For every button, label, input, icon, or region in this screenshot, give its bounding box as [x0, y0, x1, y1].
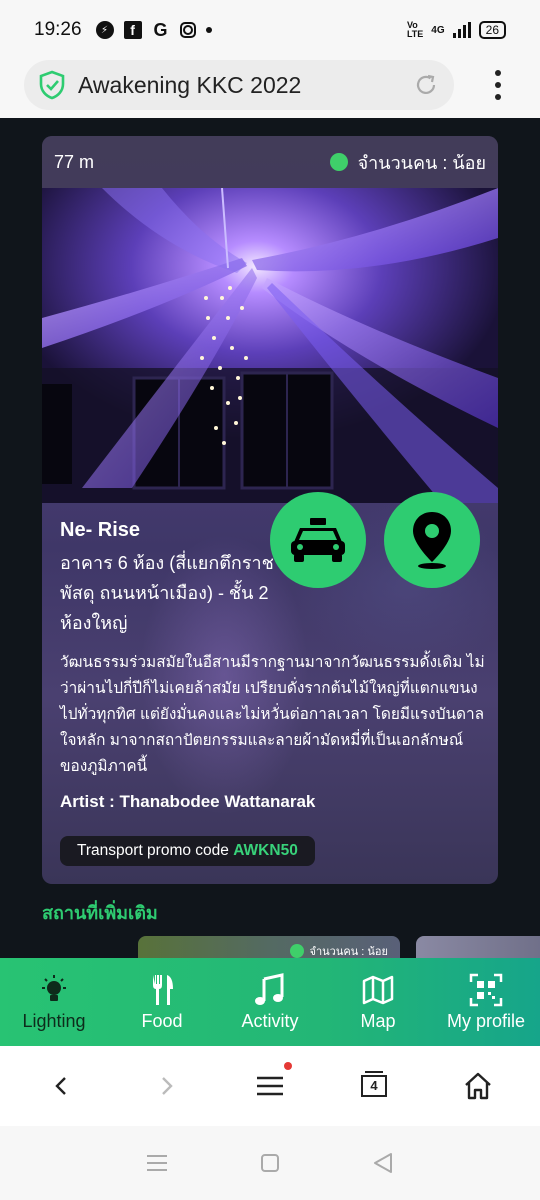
- menu-notification-dot: [284, 1062, 292, 1070]
- nav-food-label: Food: [141, 1010, 183, 1031]
- location-photo: [42, 188, 498, 503]
- facebook-icon: f: [123, 21, 142, 39]
- more-places-heading: สถานที่เพิ่มเติม: [42, 903, 158, 923]
- next-place-card[interactable]: จำนวนคน : น้อย: [138, 936, 400, 958]
- home-button[interactable]: [458, 1066, 498, 1106]
- status-time: 19:26: [34, 19, 82, 40]
- address-bar[interactable]: Awakening KKC 2022: [24, 60, 454, 110]
- next-place-card-2[interactable]: [416, 936, 540, 958]
- system-navigation: [0, 1126, 540, 1200]
- taxi-icon: [291, 518, 345, 562]
- location-pin-icon: [413, 512, 451, 569]
- g-icon: G: [153, 19, 168, 40]
- forward-button[interactable]: [146, 1066, 186, 1106]
- browser-toolbar: 4: [0, 1046, 540, 1126]
- artist-name: Artist : Thanabodee Wattanarak: [60, 792, 316, 811]
- map-pin-button[interactable]: [384, 492, 480, 588]
- chevron-left-icon: [55, 1077, 66, 1095]
- status-bar: 19:26 ⚡ f G Vo LTE 4G 26: [0, 0, 540, 60]
- map-icon: [362, 975, 394, 1004]
- page-title: Awakening KKC 2022: [78, 71, 302, 98]
- nav-lighting[interactable]: Lighting: [0, 958, 108, 1046]
- nav-map-label: Map: [360, 1010, 396, 1031]
- bulb-icon: [42, 974, 66, 1001]
- status-right: Vo LTE 4G 26: [407, 21, 506, 39]
- taxi-button[interactable]: [270, 492, 366, 588]
- nav-lighting-label: Lighting: [22, 1010, 86, 1031]
- tabs-button[interactable]: 4: [354, 1066, 394, 1106]
- hamburger-icon: [257, 1076, 283, 1096]
- promo-code: AWKN50: [233, 842, 298, 859]
- qr-icon: [469, 973, 503, 1006]
- reload-icon[interactable]: [414, 73, 438, 97]
- promo-label: Transport promo code: [77, 842, 234, 859]
- utensils-icon: [153, 974, 173, 1005]
- nav-activity[interactable]: Activity: [216, 958, 324, 1046]
- crowd-label: จำนวนคน : น้อย: [357, 152, 486, 173]
- nav-my-profile[interactable]: My profile: [432, 958, 540, 1046]
- main-content[interactable]: 77 m จำนวนคน : น้อย Ne- Rise อาคาร 6 ห้อ…: [0, 118, 540, 958]
- nav-map[interactable]: Map: [324, 958, 432, 1046]
- home-square-icon[interactable]: [260, 1153, 280, 1173]
- home-icon: [465, 1072, 491, 1100]
- notification-icons: ⚡ f G: [95, 19, 212, 40]
- network-type: 4G: [431, 24, 445, 36]
- back-button[interactable]: [42, 1066, 82, 1106]
- crowd-indicator-dot: [289, 944, 304, 958]
- overflow-menu-icon[interactable]: [494, 70, 502, 100]
- next-place-crowd-label: จำนวนคน : น้อย: [309, 946, 388, 958]
- volte-icon: Vo LTE: [406, 20, 424, 39]
- shield-icon: [39, 70, 65, 100]
- place-name: Ne- Rise: [60, 519, 141, 541]
- nav-activity-label: Activity: [241, 1010, 299, 1031]
- back-triangle-icon[interactable]: [372, 1152, 394, 1174]
- signal-icon: [452, 22, 471, 38]
- crowd-status: จำนวนคน : น้อย: [329, 148, 486, 177]
- menu-button[interactable]: [250, 1062, 292, 1106]
- tab-count: 4: [361, 1071, 387, 1097]
- music-icon: [255, 972, 284, 1005]
- place-address: อาคาร 6 ห้อง (สี่แยกตึกราชพัสดุ ถนนหน้าเ…: [60, 553, 274, 633]
- instagram-icon: [179, 22, 196, 38]
- location-card: 77 m จำนวนคน : น้อย Ne- Rise อาคาร 6 ห้อ…: [42, 136, 498, 884]
- crowd-indicator-dot: [329, 153, 348, 171]
- place-description: วัฒนธรรมร่วมสมัยในอีสานมีรากฐานมาจากวัฒน…: [60, 654, 485, 775]
- more-notifications-dot: [205, 27, 212, 33]
- bottom-navigation: Lighting Food Activity Map My profile: [0, 958, 540, 1046]
- messenger-icon: ⚡: [95, 21, 114, 39]
- battery-icon: 26: [478, 21, 506, 39]
- card-header: 77 m จำนวนคน : น้อย: [42, 136, 498, 188]
- promo-code-badge[interactable]: Transport promo code AWKN50: [60, 836, 315, 866]
- nav-food[interactable]: Food: [108, 958, 216, 1046]
- browser-address-area: Awakening KKC 2022: [0, 60, 540, 118]
- nav-my-profile-label: My profile: [446, 1010, 526, 1031]
- distance: 77 m: [54, 151, 95, 172]
- next-place-crowd: จำนวนคน : น้อย: [289, 942, 388, 958]
- recents-icon[interactable]: [146, 1154, 168, 1172]
- chevron-right-icon: [162, 1077, 173, 1095]
